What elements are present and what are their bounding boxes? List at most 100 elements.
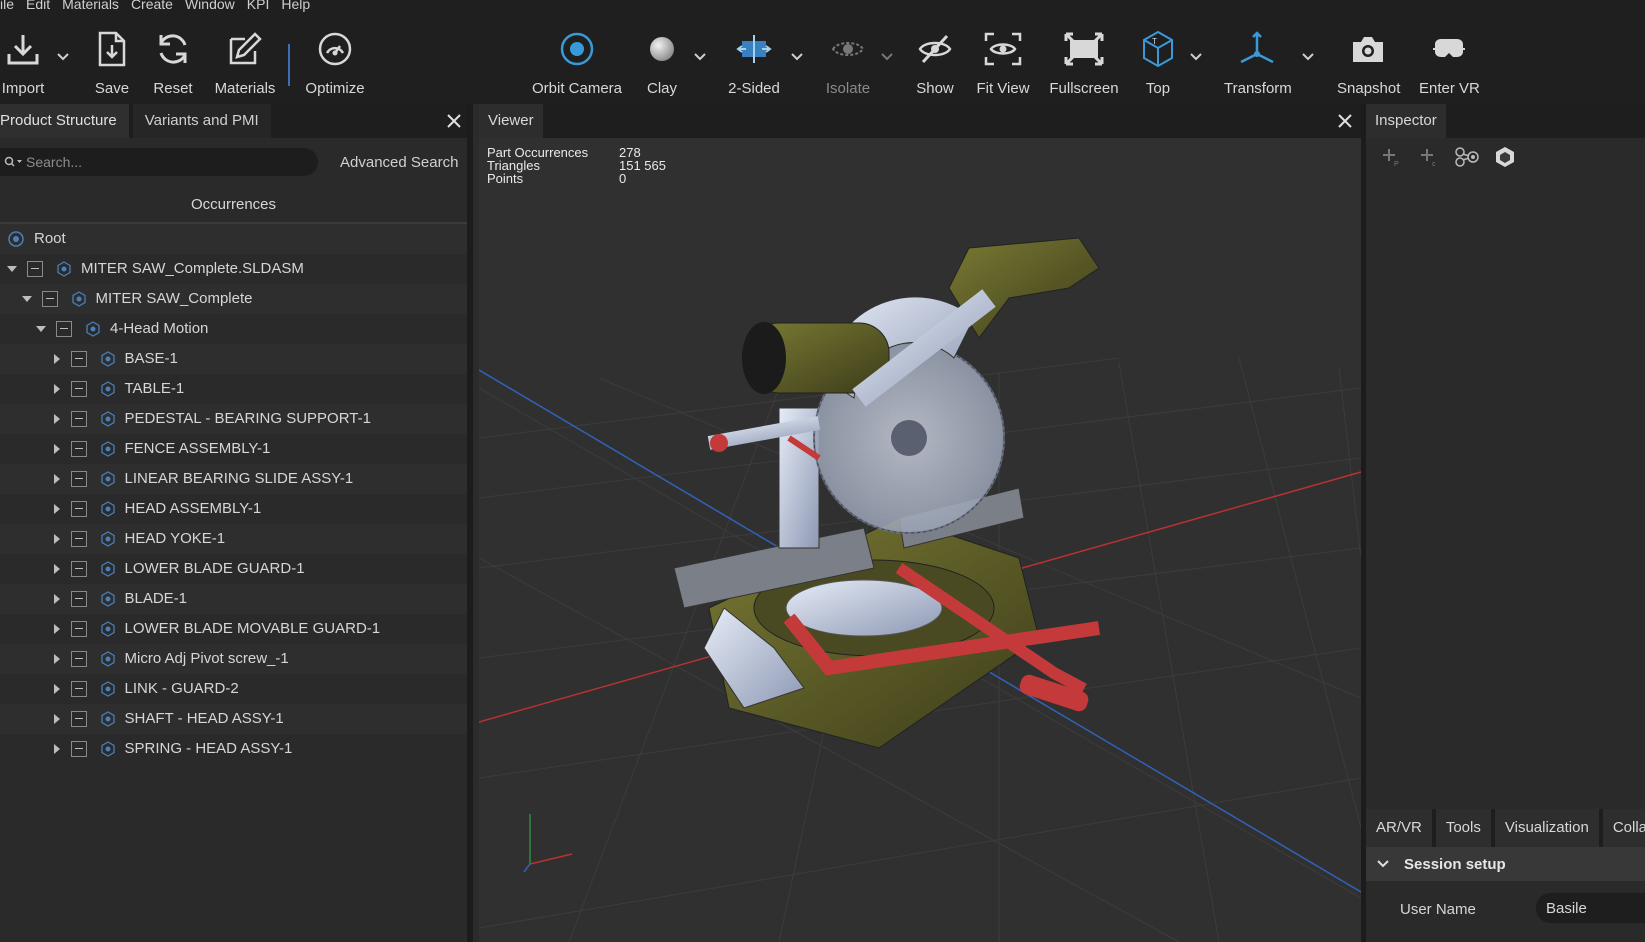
expand-arrow-right-icon[interactable]: [50, 593, 62, 605]
import-button[interactable]: Import: [0, 28, 46, 97]
visibility-checkbox[interactable]: [70, 681, 87, 697]
menu-help[interactable]: Help: [281, 0, 322, 11]
menu-file[interactable]: ile: [0, 0, 26, 11]
expand-arrow-down-icon[interactable]: [6, 263, 18, 275]
material-hex-icon[interactable]: [1486, 144, 1524, 170]
snapshot-button[interactable]: Snapshot: [1337, 28, 1400, 97]
tree-row[interactable]: PEDESTAL - BEARING SUPPORT-1: [0, 404, 467, 434]
fit-view-button[interactable]: Fit View: [973, 28, 1033, 97]
expand-arrow-right-icon[interactable]: [50, 353, 62, 365]
tab-tools[interactable]: Tools: [1435, 809, 1491, 847]
add-component-icon[interactable]: c: [1410, 144, 1448, 170]
top-view-dropdown-icon[interactable]: [1188, 48, 1204, 64]
tab-viewer[interactable]: Viewer: [479, 104, 543, 138]
menu-materials[interactable]: Materials: [62, 0, 131, 11]
visibility-checkbox[interactable]: [70, 381, 87, 397]
menu-create[interactable]: Create: [131, 0, 185, 11]
tree-row[interactable]: BLADE-1: [0, 584, 467, 614]
tree-row-root[interactable]: Root: [0, 224, 467, 254]
tree-row[interactable]: SHAFT - HEAD ASSY-1: [0, 704, 467, 734]
expand-arrow-right-icon[interactable]: [50, 743, 62, 755]
expand-arrow-right-icon[interactable]: [50, 443, 62, 455]
visibility-checkbox[interactable]: [56, 321, 72, 337]
tab-variants-and-pmi[interactable]: Variants and PMI: [132, 104, 271, 138]
miter-saw-model[interactable]: [673, 237, 1101, 749]
clay-dropdown-icon[interactable]: [692, 48, 708, 64]
expand-arrow-down-icon[interactable]: [35, 323, 47, 335]
top-view-button[interactable]: T Top: [1140, 28, 1176, 97]
tree-row[interactable]: LINK - GUARD-2: [0, 674, 467, 704]
tab-visualization[interactable]: Visualization: [1494, 809, 1599, 847]
expand-arrow-right-icon[interactable]: [50, 473, 62, 485]
expand-arrow-right-icon[interactable]: [50, 533, 62, 545]
tree-row[interactable]: LINEAR BEARING SLIDE ASSY-1: [0, 464, 467, 494]
tab-collaboration[interactable]: Colla: [1602, 809, 1645, 847]
visibility-checkbox[interactable]: [70, 651, 87, 667]
tree-row[interactable]: Micro Adj Pivot screw_-1: [0, 644, 467, 674]
3d-viewport[interactable]: [479, 138, 1361, 942]
add-property-icon[interactable]: P: [1372, 144, 1410, 170]
isolate-button[interactable]: Isolate: [823, 28, 873, 97]
visibility-checkbox[interactable]: [41, 291, 58, 307]
materials-button[interactable]: Materials: [210, 28, 280, 97]
tree-row[interactable]: LOWER BLADE GUARD-1: [0, 554, 467, 584]
tree-row[interactable]: LOWER BLADE MOVABLE GUARD-1: [0, 614, 467, 644]
visibility-checkbox[interactable]: [70, 711, 87, 727]
visibility-checkbox[interactable]: [70, 741, 87, 757]
tree-row[interactable]: MITER SAW_Complete: [0, 284, 467, 314]
transform-button[interactable]: Transform: [1224, 28, 1292, 97]
tree-row[interactable]: HEAD ASSEMBLY-1: [0, 494, 467, 524]
transform-dropdown-icon[interactable]: [1300, 48, 1316, 64]
expand-arrow-right-icon[interactable]: [50, 563, 62, 575]
molecule-icon[interactable]: [1448, 144, 1486, 170]
expand-arrow-right-icon[interactable]: [50, 623, 62, 635]
close-left-panel-icon[interactable]: [446, 113, 462, 129]
import-dropdown-icon[interactable]: [55, 48, 71, 64]
advanced-search-link[interactable]: Advanced Search: [340, 154, 458, 171]
orbit-camera-button[interactable]: Orbit Camera: [530, 28, 624, 97]
visibility-checkbox[interactable]: [70, 351, 87, 367]
tree-row[interactable]: 4-Head Motion: [0, 314, 467, 344]
optimize-button[interactable]: Optimize: [303, 28, 367, 97]
expand-arrow-right-icon[interactable]: [50, 713, 62, 725]
visibility-checkbox[interactable]: [70, 411, 87, 427]
close-viewer-icon[interactable]: [1337, 113, 1353, 129]
reset-button[interactable]: Reset: [150, 28, 196, 97]
tree-row[interactable]: HEAD YOKE-1: [0, 524, 467, 554]
expand-arrow-right-icon[interactable]: [50, 683, 62, 695]
expand-arrow-right-icon[interactable]: [50, 413, 62, 425]
tree-row[interactable]: TABLE-1: [0, 374, 467, 404]
tree-row[interactable]: SPRING - HEAD ASSY-1: [0, 734, 467, 764]
enter-vr-button[interactable]: Enter VR: [1419, 28, 1480, 97]
tree-row[interactable]: FENCE ASSEMBLY-1: [0, 434, 467, 464]
expand-arrow-down-icon[interactable]: [21, 293, 33, 305]
tab-inspector[interactable]: Inspector: [1366, 104, 1446, 138]
menu-edit[interactable]: Edit: [26, 0, 62, 11]
two-sided-dropdown-icon[interactable]: [789, 48, 805, 64]
user-name-field[interactable]: [1536, 893, 1645, 923]
expand-arrow-right-icon[interactable]: [50, 653, 62, 665]
tab-product-structure[interactable]: Product Structure: [0, 104, 129, 138]
isolate-dropdown-icon[interactable]: [879, 48, 895, 64]
menu-window[interactable]: Window: [185, 0, 247, 11]
tree-row[interactable]: BASE-1: [0, 344, 467, 374]
search-input[interactable]: [26, 154, 296, 170]
visibility-checkbox[interactable]: [70, 441, 87, 457]
tree-row[interactable]: MITER SAW_Complete.SLDASM: [0, 254, 467, 284]
visibility-checkbox[interactable]: [70, 531, 87, 547]
menu-kpi[interactable]: KPI: [247, 0, 282, 11]
visibility-checkbox[interactable]: [70, 501, 87, 517]
show-button[interactable]: Show: [912, 28, 958, 97]
visibility-checkbox[interactable]: [70, 471, 87, 487]
visibility-checkbox[interactable]: [70, 561, 87, 577]
two-sided-button[interactable]: 2-Sided: [724, 28, 784, 97]
visibility-checkbox[interactable]: [70, 591, 87, 607]
session-setup-header[interactable]: Session setup: [1366, 847, 1645, 881]
visibility-checkbox[interactable]: [70, 621, 87, 637]
expand-arrow-right-icon[interactable]: [50, 383, 62, 395]
tab-ar-vr[interactable]: AR/VR: [1366, 809, 1432, 847]
save-button[interactable]: Save: [90, 28, 134, 97]
fullscreen-button[interactable]: Fullscreen: [1049, 28, 1119, 97]
expand-arrow-right-icon[interactable]: [50, 503, 62, 515]
visibility-checkbox[interactable]: [27, 261, 43, 277]
